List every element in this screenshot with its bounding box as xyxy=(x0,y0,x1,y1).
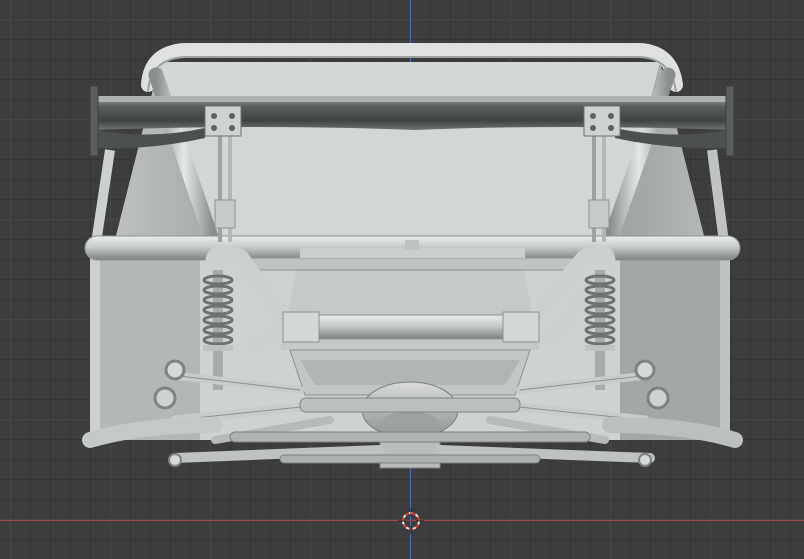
3d-cursor-icon[interactable] xyxy=(398,508,424,534)
3d-viewport[interactable] xyxy=(0,0,804,559)
buggy-chassis-model[interactable] xyxy=(0,0,804,559)
